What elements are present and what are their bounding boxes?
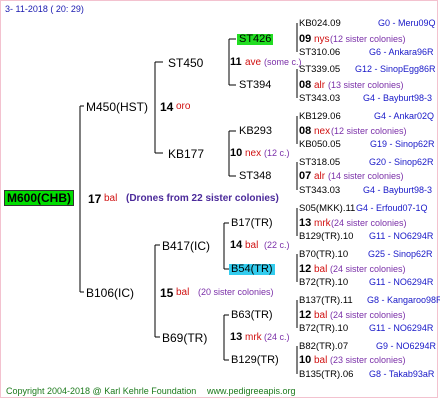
gg4-note: (14 sister colonies) [328,171,404,181]
gg6-label: B54(TR) [229,263,275,275]
leaf-9-id: S05(MKK).11 [299,203,356,214]
leaf-12-id: B72(TR).10 [299,277,349,288]
dam-note: (20 sister colonies) [198,287,274,297]
gg5-gen-number: 13 [299,217,312,229]
sd-breed: nex [245,148,262,159]
gg8-breed: bal [314,355,328,366]
dd-breed: mrk [245,332,262,343]
leaf-10-loc: G11 - NO6294R [369,231,434,241]
gg5-breed: mrk [314,218,331,229]
leaf-2-id: ST310.06 [299,47,341,58]
sd-label: KB177 [168,147,205,161]
ds-gen-number: 14 [230,239,243,251]
gg4-gen-number: 07 [299,170,312,182]
root-breed: bal [104,193,118,204]
gg1-note: (12 sister colonies) [330,34,406,44]
gg6-note: (24 sister colonies) [330,264,406,274]
gg1-breed: nys [314,34,330,45]
sd-gen-number: 10 [230,147,243,159]
copyright-text: Copyright 2004-2018 @ Karl Kehrle Founda… [6,386,197,396]
gg6-breed: bal [314,264,328,275]
gg8-note: (23 sister colonies) [330,355,406,365]
gg2-label: ST394 [239,79,272,91]
ds-label: B417(IC) [162,239,211,253]
gg2-gen-number: 08 [299,79,312,91]
gg2-breed: alr [314,80,326,91]
leaf-3-loc: G12 - SinopEgg86R [355,64,436,74]
leaf-7-id: ST318.05 [299,157,341,168]
leaf-13-loc: G8 - Kangaroo98R [367,295,440,305]
gg7-breed: bal [314,310,328,321]
ss-breed: ave [245,57,262,68]
dd-gen-number: 13 [230,331,243,343]
leaf-5-id: KB129.06 [299,111,341,122]
leaf-9-loc: G4 - Erfoud07-1Q [356,203,428,213]
leaf-4-loc: G4 - Bayburt98-3 [363,93,433,103]
ss-label: ST450 [168,56,204,70]
sire-breed: oro [176,101,191,112]
leaf-16-loc: G8 - Takab93aR [369,369,435,379]
leaf-8-id: ST343.03 [299,185,341,196]
dam-breed: bal [176,287,190,298]
gg6-gen-number: 12 [299,263,312,275]
leaf-12-loc: G11 - NO6294R [369,277,434,287]
leaf-8-loc: G4 - Bayburt98-3 [363,185,433,195]
root-queen-label: M600(CHB) [4,190,75,206]
leaf-16-id: B135(TR).06 [299,369,354,380]
leaf-5-loc: G4 - Ankar02Q [374,111,435,121]
gg5-note: (24 sister colonies) [331,218,407,228]
leaf-2-loc: G6 - Ankara96R [369,47,434,57]
gg1-gen-number: 09 [299,33,312,45]
gg8-label: B129(TR) [231,354,279,366]
gg8-gen-number: 10 [299,354,312,366]
ss-note: (some c.) [264,57,302,67]
site-link[interactable]: www.pedigreeapis.org [207,387,296,396]
ds-note: (22 c.) [264,240,290,250]
leaf-1-loc: G0 - Meru09Q [378,18,436,28]
leaf-11-id: B70(TR).10 [299,249,349,260]
gg7-gen-number: 12 [299,309,312,321]
sd-note: (12 c.) [264,148,290,158]
dd-label: B69(TR) [162,331,208,345]
gg1-label: ST426 [237,33,274,45]
gg2-note: (13 sister colonies) [328,80,404,90]
leaf-15-loc: G9 - NO6294R [376,341,437,351]
gg4-breed: alr [314,171,326,182]
leaf-3-id: ST339.05 [299,64,341,75]
root-gen-number: 17 [88,192,102,206]
leaf-7-loc: G20 - Sinop62R [369,157,434,167]
leaf-15-id: B82(TR).07 [299,341,349,352]
gg5-label: B17(TR) [231,217,273,229]
ss-gen-number: 11 [230,56,242,68]
leaf-14-loc: G11 - NO6294R [369,323,434,333]
leaf-1-id: KB024.09 [299,18,341,29]
root-drones-note: (Drones from 22 sister colonies) [126,193,279,204]
leaf-6-loc: G19 - Sinop62R [370,139,435,149]
dam-label: B106(IC) [86,286,135,300]
gg3-breed: nex [314,126,331,137]
sire-gen-number: 14 [160,100,174,114]
ds-breed: bal [245,240,259,251]
leaf-4-id: ST343.03 [299,93,341,104]
gg3-note: (12 sister colonies) [331,126,407,136]
dd-note: (24 c.) [264,332,290,342]
sire-label: M450(HST) [86,100,149,114]
gg3-label: KB293 [239,125,273,137]
leaf-11-loc: G25 - Sinop62R [368,249,433,259]
leaf-10-id: B129(TR).10 [299,231,354,242]
leaf-14-id: B72(TR).10 [299,323,349,334]
gg7-label: B63(TR) [231,309,273,321]
timestamp: 3- 11-2018 ( 20: 29) [5,4,84,14]
gg4-label: ST348 [239,170,272,182]
leaf-13-id: B137(TR).11 [299,295,353,306]
gg7-note: (24 sister colonies) [330,310,406,320]
dam-gen-number: 15 [160,286,174,300]
leaf-6-id: KB050.05 [299,139,341,150]
gg3-gen-number: 08 [299,125,312,137]
